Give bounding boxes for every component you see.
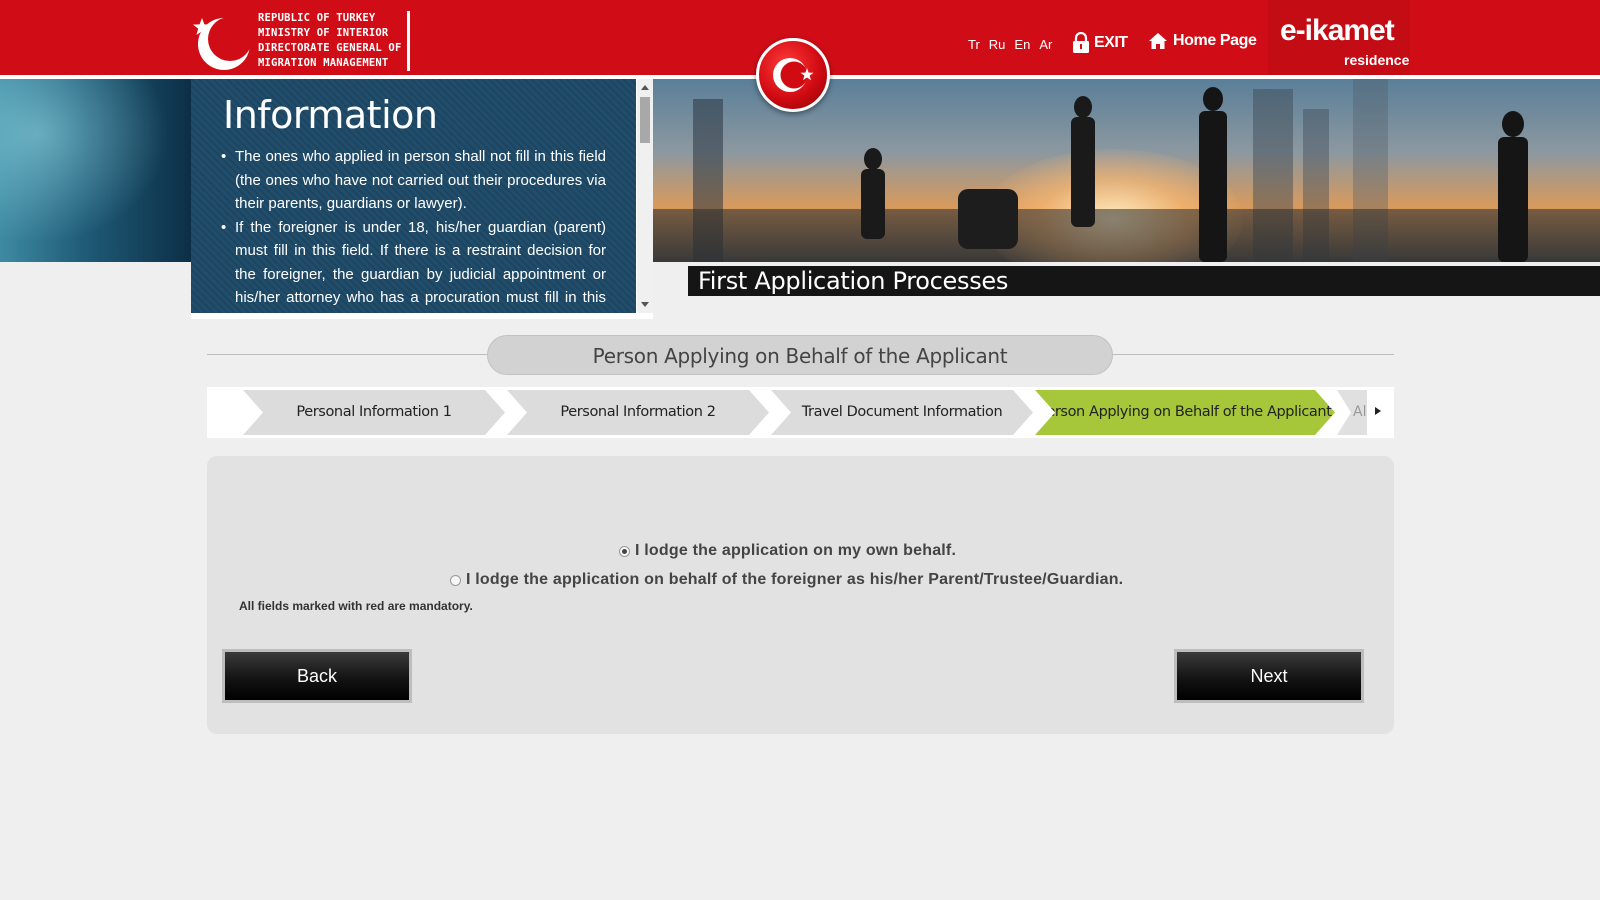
- lock-icon: [1073, 32, 1089, 53]
- step-person-applying-on-behalf[interactable]: Person Applying on Behalf of the Applica…: [1035, 390, 1335, 435]
- ministry-name: REPUBLIC OF TURKEY MINISTRY OF INTERIOR …: [256, 11, 411, 71]
- section-title: Person Applying on Behalf of the Applica…: [487, 335, 1113, 375]
- banner-left-image: [0, 79, 191, 262]
- steps-scroll-right-icon[interactable]: [1375, 407, 1381, 415]
- information-box: Information The ones who applied in pers…: [191, 79, 653, 319]
- brand-sub: residence: [1344, 52, 1410, 68]
- language-switcher: Tr Ru En Ar: [968, 37, 1052, 52]
- wizard-steps: Personal Information 1 Personal Informat…: [207, 387, 1394, 438]
- information-scrollbar[interactable]: [637, 79, 653, 313]
- step-travel-document-information[interactable]: Travel Document Information: [771, 390, 1033, 435]
- information-item: If the foreigner is under 18, his/her gu…: [221, 216, 606, 314]
- information-title: Information: [223, 93, 438, 137]
- scroll-down-arrow-icon[interactable]: [641, 302, 649, 307]
- e-ikamet-logo[interactable]: e-ikamet residence: [1268, 0, 1410, 75]
- crescent-star-flag-icon: [773, 58, 814, 92]
- scroll-thumb[interactable]: [640, 97, 650, 143]
- process-title: First Application Processes: [688, 266, 1600, 296]
- option-on-behalf-label: I lodge the application on behalf of the…: [466, 571, 1124, 588]
- crescent-star-icon: [190, 10, 256, 72]
- radio-on-behalf-of-foreigner[interactable]: [450, 574, 461, 586]
- radio-own-behalf[interactable]: [619, 545, 630, 557]
- turkish-flag-emblem: [756, 38, 830, 112]
- step-next-partial[interactable]: Al: [1337, 390, 1367, 435]
- option-own-behalf[interactable]: I lodge the application on my own behalf…: [619, 542, 956, 560]
- option-own-behalf-label: I lodge the application on my own behalf…: [635, 542, 957, 559]
- back-button[interactable]: Back: [222, 649, 412, 703]
- home-page-link[interactable]: Home Page: [1148, 32, 1257, 50]
- lang-ru[interactable]: Ru: [989, 37, 1006, 52]
- information-item: The ones who applied in person shall not…: [221, 145, 606, 216]
- information-panel: Information The ones who applied in pers…: [191, 79, 636, 313]
- information-list: The ones who applied in person shall not…: [221, 145, 606, 313]
- ministry-logo[interactable]: REPUBLIC OF TURKEY MINISTRY OF INTERIOR …: [190, 10, 411, 72]
- next-button[interactable]: Next: [1174, 649, 1364, 703]
- scroll-up-arrow-icon[interactable]: [641, 85, 649, 90]
- lang-ar[interactable]: Ar: [1039, 37, 1052, 52]
- lang-tr[interactable]: Tr: [968, 37, 980, 52]
- step-personal-information-2[interactable]: Personal Information 2: [507, 390, 769, 435]
- step-personal-information-1[interactable]: Personal Information 1: [243, 390, 505, 435]
- home-icon: [1149, 33, 1167, 49]
- exit-button[interactable]: EXIT: [1072, 32, 1128, 54]
- option-on-behalf-of-foreigner[interactable]: I lodge the application on behalf of the…: [450, 571, 1123, 589]
- lang-en[interactable]: En: [1014, 37, 1030, 52]
- brand-main: e-ikamet: [1280, 14, 1395, 47]
- mandatory-note: All fields marked with red are mandatory…: [239, 599, 473, 613]
- exit-label: EXIT: [1094, 34, 1128, 51]
- home-label: Home Page: [1173, 32, 1257, 49]
